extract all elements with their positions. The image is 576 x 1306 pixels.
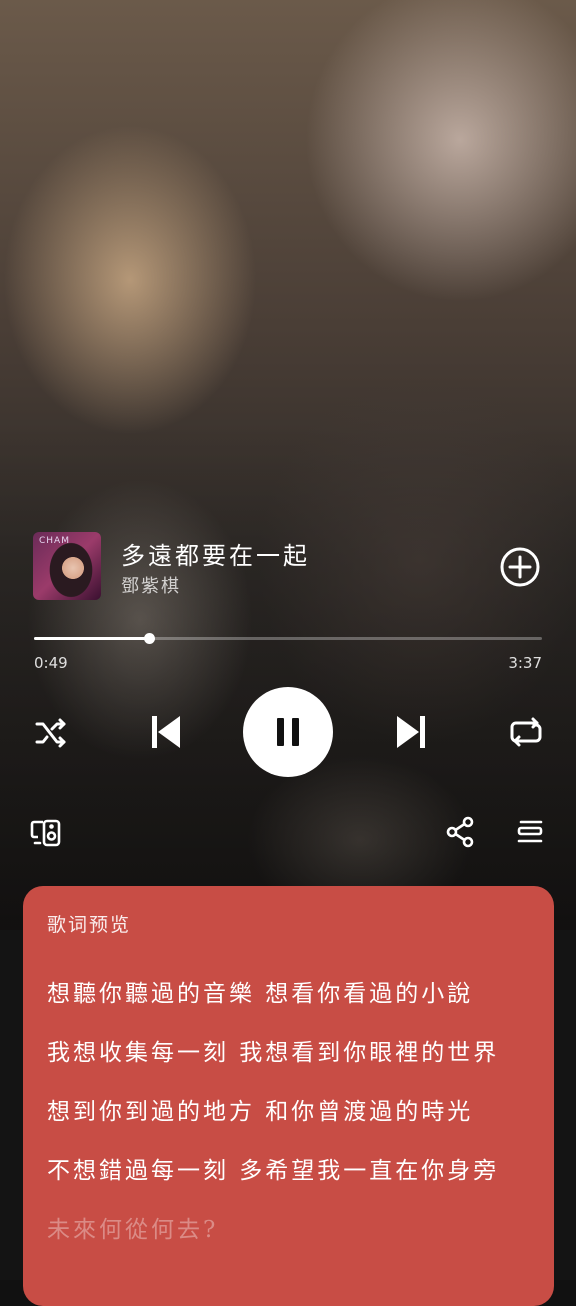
progress-fill xyxy=(34,637,150,640)
lyric-line: 未來何從何去? xyxy=(47,1217,219,1243)
track-info: CHAM 多遠都要在一起 鄧紫棋 xyxy=(33,532,543,602)
lyric-line: 想到你到過的地方 和你曾渡過的時光 xyxy=(47,1099,474,1125)
add-button[interactable] xyxy=(499,546,541,588)
previous-button[interactable] xyxy=(145,710,187,754)
lyric-line: 我想收集每一刻 我想看到你眼裡的世界 xyxy=(47,1040,500,1066)
shuffle-button[interactable] xyxy=(30,712,72,754)
pause-icon xyxy=(277,718,299,746)
lyric-line: 想聽你聽過的音樂 想看你看過的小說 xyxy=(47,981,474,1007)
lyrics-heading: 歌词预览 xyxy=(47,914,132,936)
duration-time: 3:37 xyxy=(508,654,542,672)
add-circle-icon xyxy=(500,547,540,587)
lyric-line: 不想錯過每一刻 多希望我一直在你身旁 xyxy=(47,1158,500,1184)
device-speaker-icon xyxy=(30,819,61,847)
background-shade xyxy=(0,0,576,930)
repeat-button[interactable] xyxy=(505,712,547,754)
progress-thumb[interactable] xyxy=(144,633,156,644)
shuffle-icon xyxy=(35,718,66,748)
share-button[interactable] xyxy=(444,815,476,849)
queue-button[interactable] xyxy=(514,817,546,847)
next-button[interactable] xyxy=(390,710,432,754)
current-time: 0:49 xyxy=(34,654,68,672)
skip-previous-icon xyxy=(152,716,180,748)
artist-name[interactable]: 鄧紫棋 xyxy=(121,572,181,598)
album-cover-text: CHAM xyxy=(39,536,70,546)
share-icon xyxy=(446,816,474,848)
device-button[interactable] xyxy=(28,814,64,850)
pause-button[interactable] xyxy=(243,687,333,777)
repeat-icon xyxy=(510,717,542,747)
skip-next-icon xyxy=(397,716,425,748)
song-title: 多遠都要在一起 xyxy=(121,542,310,570)
progress-bar[interactable] xyxy=(34,632,542,646)
album-cover[interactable]: CHAM xyxy=(33,532,101,600)
lyrics-preview-card[interactable]: 歌词预览 想聽你聽過的音樂 想看你看過的小說 我想收集每一刻 我想看到你眼裡的世… xyxy=(23,886,554,1306)
queue-list-icon xyxy=(517,820,543,843)
